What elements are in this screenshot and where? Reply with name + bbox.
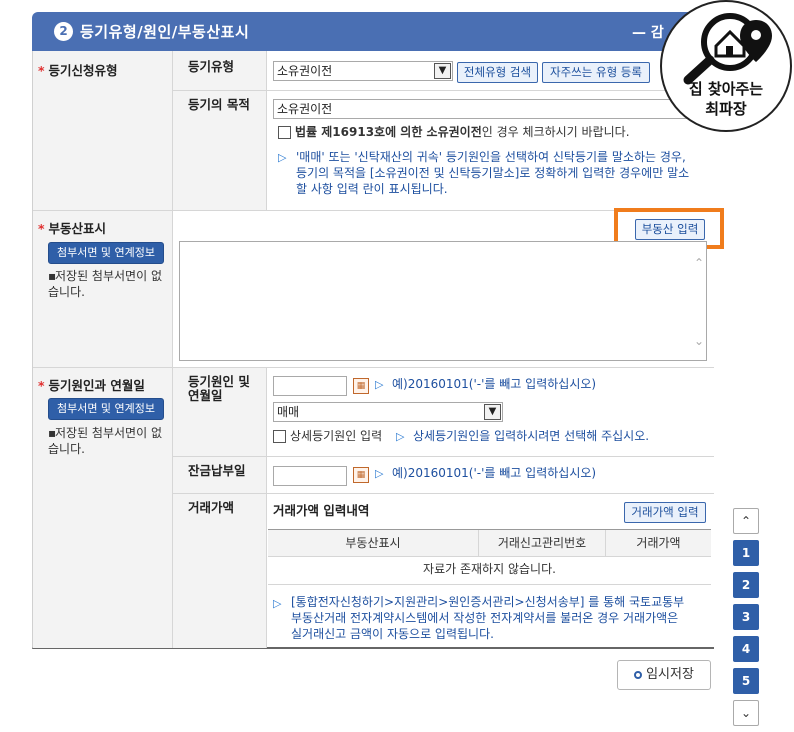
row-divider (33, 210, 714, 211)
save-icon (634, 670, 643, 679)
calendar-icon[interactable]: ▦ (353, 467, 369, 483)
balance-date-hint: 예)20160101('-'를 빼고 입력하십시오) (392, 466, 597, 480)
registration-type-label: * 등기신청유형 (38, 63, 118, 78)
chevron-down-icon: ▼ (434, 63, 451, 79)
price-note: [통합전자신청하기>지원관리>원인증서관리>신청서송부] 를 통해 국토교통부 … (291, 595, 685, 641)
logo-badge: 집 찾아주는 최파장 (660, 0, 792, 132)
register-favorite-type-button[interactable]: 자주쓰는 유형 등록 (542, 62, 650, 83)
info-arrow-icon: ▷ (396, 430, 405, 443)
property-attach-button[interactable]: 첨부서면 및 연계정보 (48, 242, 164, 264)
purpose-label: 등기의 목적 (188, 97, 250, 112)
scroll-top-button[interactable]: ⌃ (733, 508, 759, 534)
row-divider (173, 493, 714, 494)
section-header: 2 등기유형/원인/부동산표시 — 감 (32, 12, 714, 51)
chevron-down-icon: ▼ (484, 404, 501, 420)
cause-label: * 등기원인과 연월일 (38, 378, 145, 393)
section-title: 등기유형/원인/부동산표시 (80, 23, 250, 41)
side-nav-page-2[interactable]: 2 (733, 572, 759, 598)
logo-line2: 최파장 (705, 100, 747, 118)
balance-date-label: 잔금납부일 (188, 463, 246, 478)
table-header-price: 거래가액 (606, 530, 711, 556)
trust-note: '매매' 또는 '신탁재산의 귀속' 등기원인을 선택하여 신탁등기를 말소하는… (296, 150, 690, 196)
row-divider (268, 556, 711, 557)
search-all-types-button[interactable]: 전체유형 검색 (457, 62, 538, 83)
info-arrow-icon: ▷ (278, 151, 287, 164)
price-input-button[interactable]: 거래가액 입력 (624, 502, 706, 523)
row-divider (173, 456, 714, 457)
table-empty-message: 자료가 존재하지 않습니다. (423, 562, 556, 576)
side-nav-page-4[interactable]: 4 (733, 636, 759, 662)
label-column (33, 51, 173, 648)
collapse-toggle[interactable]: — 감 (632, 22, 664, 42)
property-label: * 부동산표시 (38, 221, 107, 236)
type-label: 등기유형 (188, 59, 235, 74)
cause-attach-button[interactable]: 첨부서면 및 연계정보 (48, 398, 164, 420)
registration-type-select[interactable]: 소유권이전 ▼ (273, 61, 453, 81)
row-divider (173, 90, 714, 91)
calendar-icon[interactable]: ▦ (353, 378, 369, 394)
side-nav-page-3[interactable]: 3 (733, 604, 759, 630)
property-textarea[interactable]: ⌃ ⌄ (179, 241, 707, 361)
scroll-down-icon[interactable]: ⌄ (694, 334, 704, 348)
purpose-input[interactable]: 소유권이전 (273, 99, 707, 119)
table-header-property: 부동산표시 (268, 530, 479, 556)
info-arrow-icon: ▷ (375, 467, 384, 480)
detail-cause-hint: 상세등기원인을 입력하시려면 선택해 주십시오. (413, 429, 650, 443)
side-nav-page-1[interactable]: 1 (733, 540, 759, 566)
temp-save-button[interactable]: 임시저장 (617, 660, 711, 690)
law-check-text: 법률 제16913호에 의한 소유권이전인 경우 체크하시기 바랍니다. (295, 125, 630, 139)
law-checkbox[interactable] (278, 126, 291, 139)
logo-line1: 집 찾아주는 (688, 80, 764, 98)
table-header-report-number: 거래신고관리번호 (479, 530, 606, 556)
info-arrow-icon: ▷ (273, 597, 282, 610)
scroll-bottom-button[interactable]: ⌄ (733, 700, 759, 726)
price-title: 거래가액 입력내역 (273, 503, 370, 518)
balance-date-input[interactable] (273, 466, 347, 486)
info-arrow-icon: ▷ (375, 378, 384, 391)
cause-date-label: 등기원인 및 연월일 (188, 374, 250, 403)
detail-cause-label: 상세등기원인 입력 (290, 429, 383, 443)
cause-date-input[interactable] (273, 376, 347, 396)
row-divider (33, 367, 714, 368)
side-nav-page-5[interactable]: 5 (733, 668, 759, 694)
scroll-up-icon[interactable]: ⌃ (694, 256, 704, 270)
cause-date-hint: 예)20160101('-'를 빼고 입력하십시오) (392, 377, 597, 391)
cause-no-saved-text: ▪저장된 첨부서면이 없습니다. (48, 426, 162, 456)
detail-cause-checkbox[interactable] (273, 430, 286, 443)
sub-label-column-1 (173, 51, 267, 210)
property-no-saved-text: ▪저장된 첨부서면이 없습니다. (48, 269, 162, 299)
price-label: 거래가액 (188, 500, 235, 515)
cause-select[interactable]: 매매 ▼ (273, 402, 503, 422)
section-number: 2 (54, 22, 73, 41)
row-divider (268, 584, 711, 585)
